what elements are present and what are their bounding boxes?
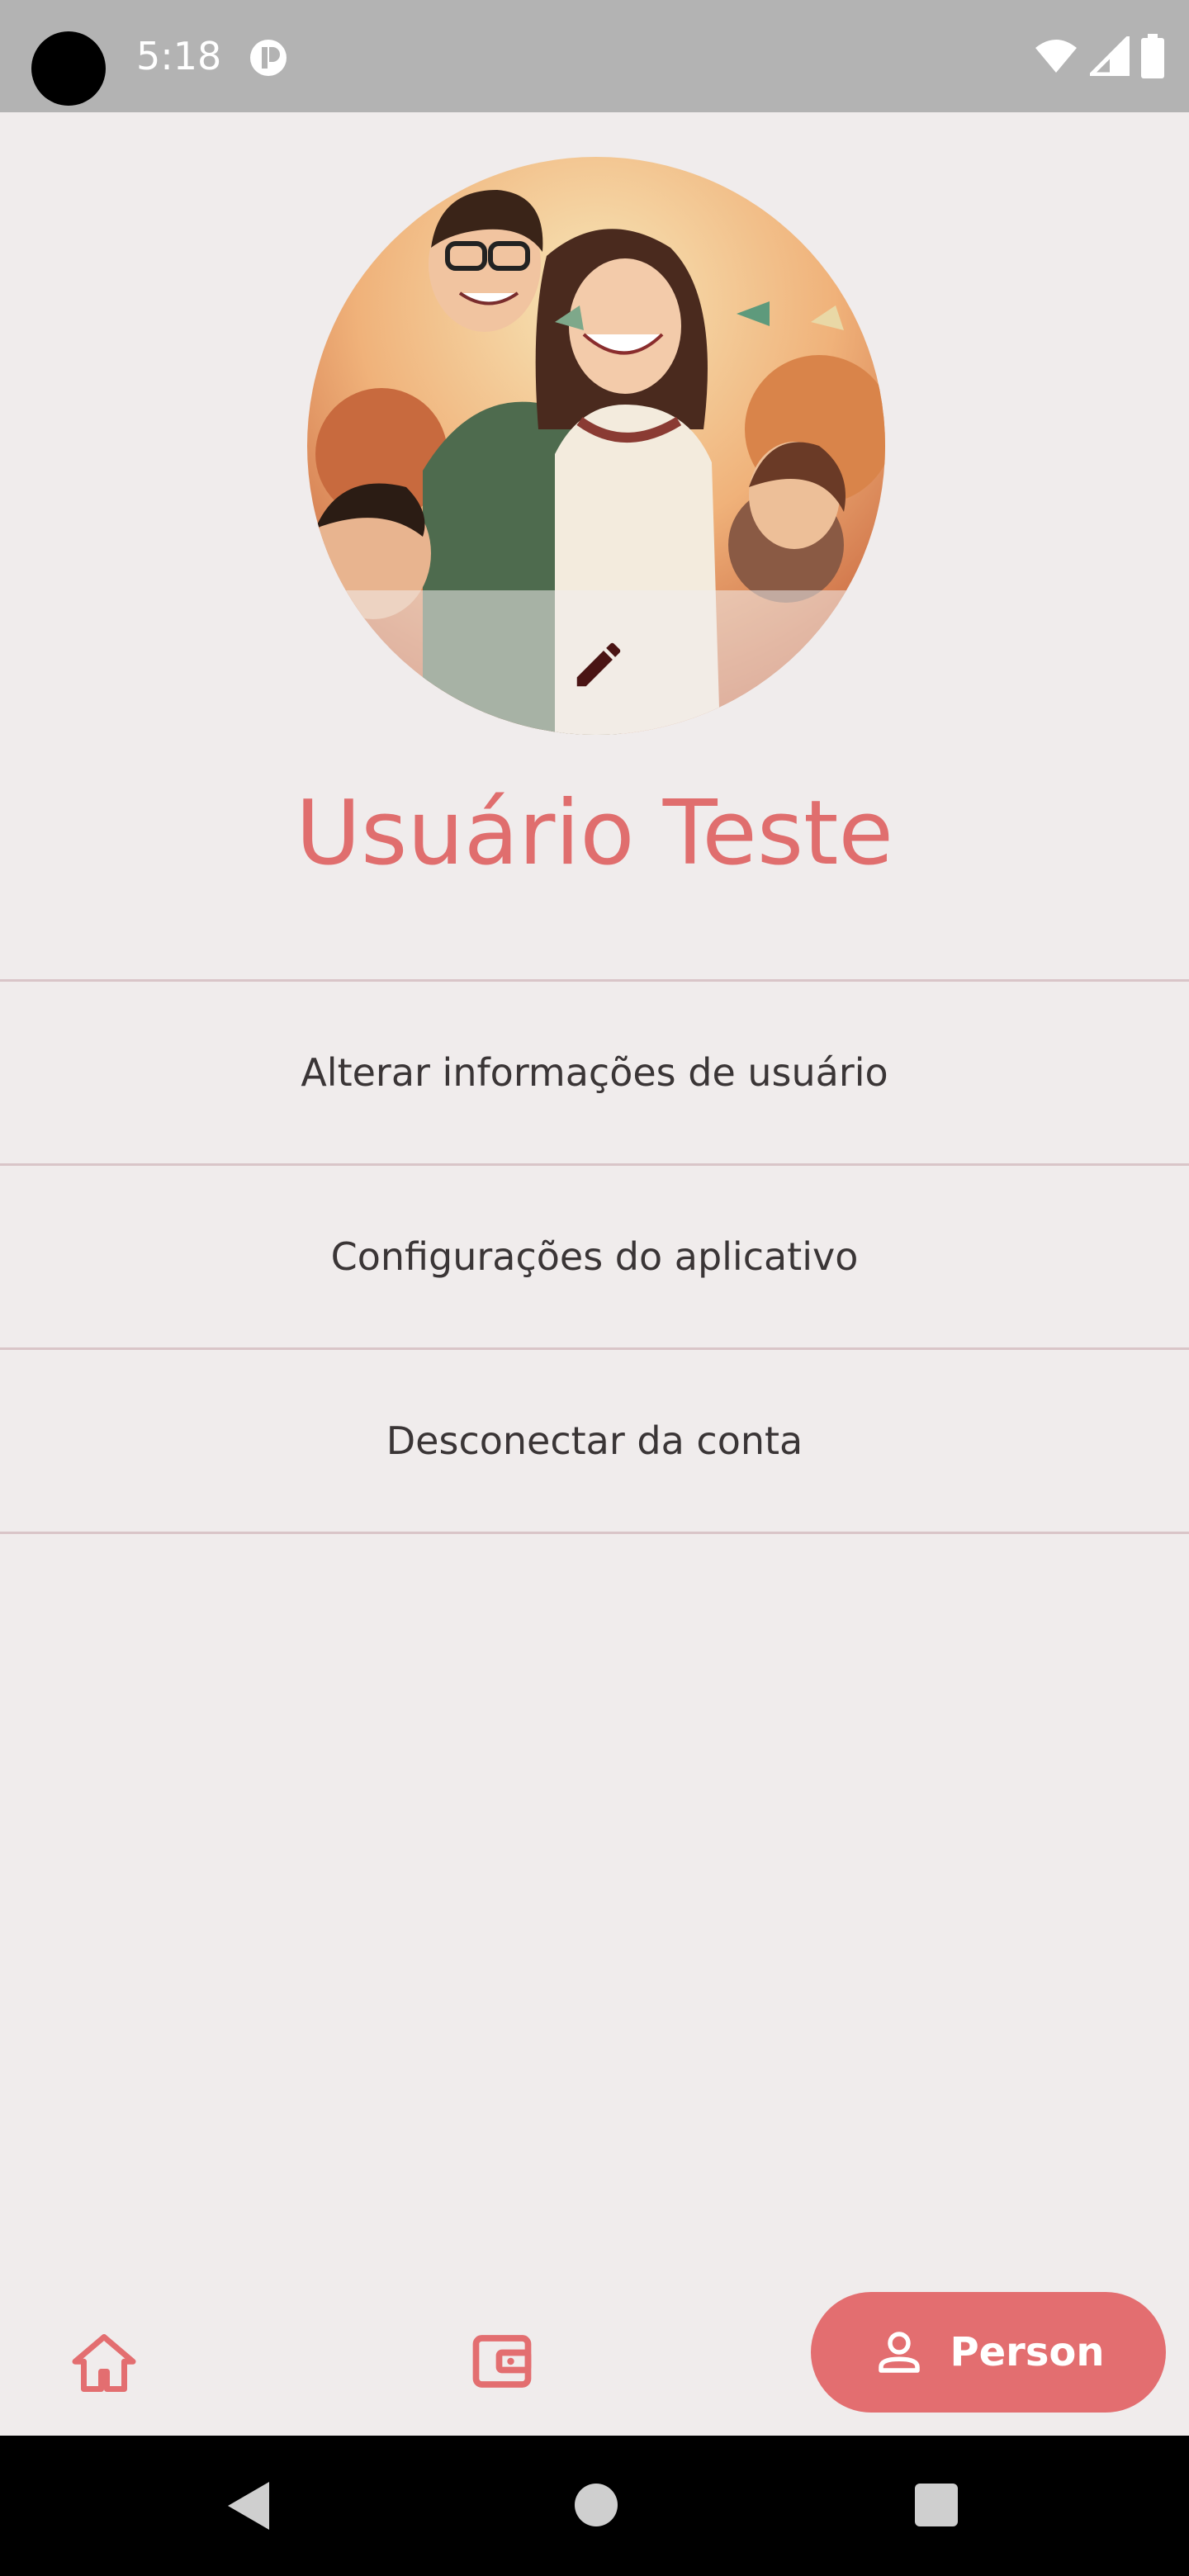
person-icon xyxy=(879,2332,921,2373)
recents-icon[interactable] xyxy=(915,2484,958,2526)
back-icon[interactable] xyxy=(223,2479,272,2533)
menu-item-edit-user-info[interactable]: Alterar informações de usuário xyxy=(0,979,1189,1163)
home-icon[interactable] xyxy=(69,2328,139,2398)
app-notification-icon xyxy=(250,40,287,76)
nav-person-label: Person xyxy=(950,2329,1105,2375)
wallet-icon[interactable] xyxy=(467,2327,537,2396)
status-icons xyxy=(1034,33,1164,79)
nav-person-button[interactable]: Person xyxy=(811,2292,1166,2413)
status-time: 5:18 xyxy=(136,34,222,78)
profile-menu: Alterar informações de usuário Configura… xyxy=(0,979,1189,1534)
battery-icon xyxy=(1141,34,1164,78)
system-home-icon[interactable] xyxy=(575,2484,618,2526)
menu-item-app-settings[interactable]: Configurações do aplicativo xyxy=(0,1163,1189,1347)
camera-cutout xyxy=(31,31,106,106)
status-bar: 5:18 xyxy=(0,0,1189,112)
profile-avatar[interactable] xyxy=(307,157,885,735)
system-navigation-bar xyxy=(0,2436,1189,2576)
bottom-navigation: Person xyxy=(0,2262,1189,2436)
signal-icon xyxy=(1090,36,1130,76)
edit-pencil-icon[interactable] xyxy=(570,636,628,694)
wifi-icon xyxy=(1035,40,1077,73)
menu-item-logout[interactable]: Desconectar da conta xyxy=(0,1347,1189,1534)
user-name: Usuário Teste xyxy=(296,782,893,885)
